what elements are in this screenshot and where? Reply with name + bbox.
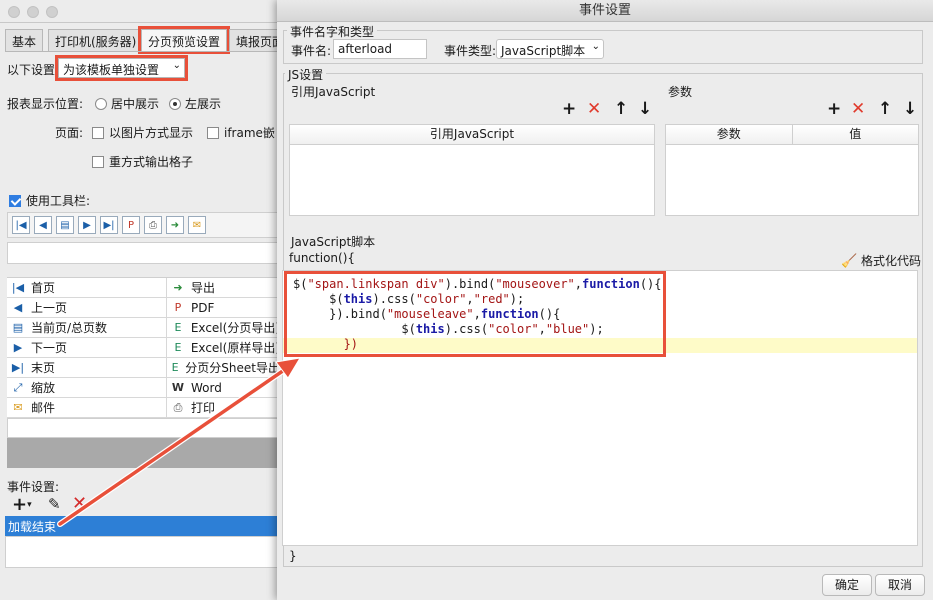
annotation-arrow (57, 357, 301, 527)
